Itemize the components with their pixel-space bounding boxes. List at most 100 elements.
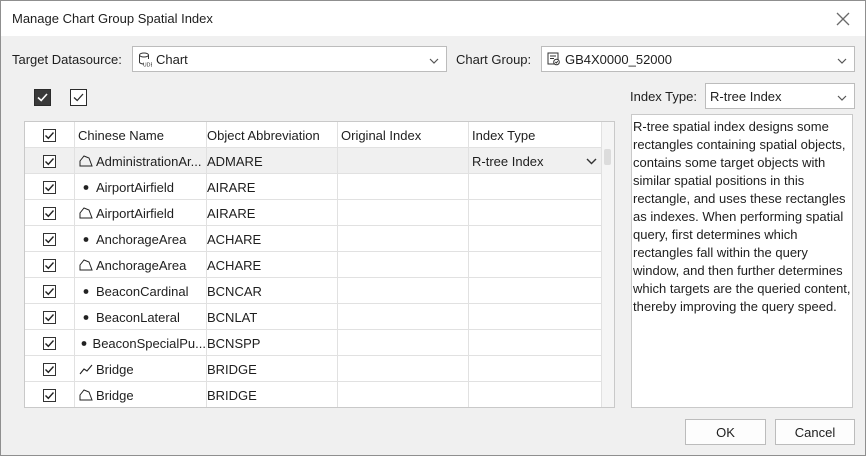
table-row[interactable]: AirportAirfield AIRARE: [25, 200, 602, 226]
chinese-name-cell[interactable]: AnchorageArea: [75, 252, 207, 278]
row-checkbox[interactable]: [43, 362, 56, 376]
row-checkbox-cell[interactable]: [25, 174, 75, 200]
original-index-cell[interactable]: [338, 252, 469, 278]
row-checkbox[interactable]: [43, 232, 56, 246]
index-type-cell[interactable]: [469, 278, 602, 304]
header-checkbox[interactable]: [43, 128, 56, 142]
index-type-cell[interactable]: [469, 382, 602, 407]
row-checkbox[interactable]: [43, 336, 56, 350]
vertical-scrollbar[interactable]: [602, 122, 614, 407]
select-all-checkbox-icon: [37, 93, 48, 102]
row-checkbox-cell[interactable]: [25, 252, 75, 278]
original-index-cell[interactable]: [338, 382, 469, 407]
index-type-cell[interactable]: [469, 304, 602, 330]
invert-selection-checkbox-icon: [73, 93, 84, 102]
cancel-button[interactable]: Cancel: [775, 419, 855, 445]
chinese-name-cell[interactable]: AirportAirfield: [75, 174, 207, 200]
check-icon: [45, 183, 55, 191]
table-row[interactable]: Bridge BRIDGE: [25, 356, 602, 382]
close-button[interactable]: [829, 6, 857, 32]
index-type-cell[interactable]: [469, 252, 602, 278]
chinese-name-cell[interactable]: Bridge: [75, 356, 207, 382]
header-chinese-name[interactable]: Chinese Name: [75, 122, 207, 148]
point-geometry-icon: [78, 312, 94, 322]
index-type-combo[interactable]: R-tree Index: [705, 83, 855, 109]
original-index-cell[interactable]: [338, 200, 469, 226]
index-type-cell[interactable]: R-tree Index: [469, 148, 602, 174]
row-checkbox-cell[interactable]: [25, 382, 75, 407]
original-index-cell[interactable]: [338, 226, 469, 252]
table-row[interactable]: BeaconCardinal BCNCAR: [25, 278, 602, 304]
chart-group-value: GB4X0000_52000: [565, 51, 672, 67]
original-index-cell[interactable]: [338, 174, 469, 200]
select-all-button[interactable]: [34, 89, 51, 106]
index-type-cell-value: R-tree Index: [472, 153, 544, 169]
ok-button[interactable]: OK: [685, 419, 766, 445]
invert-selection-button[interactable]: [70, 89, 87, 106]
region-geometry-icon: [78, 259, 94, 271]
point-geometry-icon: [78, 286, 94, 296]
original-index-cell[interactable]: [338, 278, 469, 304]
table-row[interactable]: AdministrationAr... ADMARE R-tree Index: [25, 148, 602, 174]
row-checkbox[interactable]: [43, 388, 56, 402]
original-index-cell[interactable]: [338, 330, 469, 356]
chart-group-combo[interactable]: GB4X0000_52000: [541, 46, 855, 72]
row-checkbox-cell[interactable]: [25, 304, 75, 330]
chinese-name-cell[interactable]: BeaconCardinal: [75, 278, 207, 304]
row-checkbox-cell[interactable]: [25, 226, 75, 252]
original-index-cell[interactable]: [338, 148, 469, 174]
row-checkbox[interactable]: [43, 206, 56, 220]
header-index-type[interactable]: Index Type: [469, 122, 602, 148]
chevron-down-icon[interactable]: [586, 156, 597, 166]
object-abbreviation-cell[interactable]: BRIDGE: [207, 356, 338, 382]
chinese-name-cell[interactable]: BeaconLateral: [75, 304, 207, 330]
index-type-cell[interactable]: [469, 226, 602, 252]
check-icon: [45, 287, 55, 295]
row-checkbox[interactable]: [43, 284, 56, 298]
row-checkbox[interactable]: [43, 310, 56, 324]
original-index-cell[interactable]: [338, 356, 469, 382]
object-abbreviation-cell[interactable]: ACHARE: [207, 226, 338, 252]
chinese-name-cell[interactable]: Bridge: [75, 382, 207, 407]
chinese-name-cell[interactable]: BeaconSpecialPu...: [75, 330, 207, 356]
object-abbreviation-cell[interactable]: AIRARE: [207, 174, 338, 200]
table-row[interactable]: BeaconSpecialPu... BCNSPP: [25, 330, 602, 356]
target-datasource-label: Target Datasource:: [12, 52, 122, 67]
row-checkbox-cell[interactable]: [25, 356, 75, 382]
row-checkbox-cell[interactable]: [25, 330, 75, 356]
target-datasource-combo[interactable]: UDB Chart: [132, 46, 447, 72]
object-abbreviation-cell[interactable]: BCNLAT: [207, 304, 338, 330]
table-row[interactable]: AnchorageArea ACHARE: [25, 226, 602, 252]
object-abbreviation-cell[interactable]: BRIDGE: [207, 382, 338, 407]
chinese-name-cell[interactable]: AirportAirfield: [75, 200, 207, 226]
row-checkbox[interactable]: [43, 258, 56, 272]
index-type-cell[interactable]: [469, 174, 602, 200]
object-abbreviation-cell[interactable]: BCNCAR: [207, 278, 338, 304]
table-row[interactable]: AirportAirfield AIRARE: [25, 174, 602, 200]
scrollbar-thumb[interactable]: [604, 149, 611, 165]
row-checkbox[interactable]: [43, 180, 56, 194]
target-datasource-value: Chart: [156, 51, 188, 67]
header-checkbox-cell[interactable]: [25, 122, 75, 148]
row-checkbox-cell[interactable]: [25, 148, 75, 174]
index-type-cell[interactable]: [469, 200, 602, 226]
header-original-index[interactable]: Original Index: [338, 122, 469, 148]
table-row[interactable]: Bridge BRIDGE: [25, 382, 602, 407]
index-type-cell[interactable]: [469, 330, 602, 356]
chinese-name-cell[interactable]: AdministrationAr...: [75, 148, 207, 174]
table-row[interactable]: AnchorageArea ACHARE: [25, 252, 602, 278]
table-row[interactable]: BeaconLateral BCNLAT: [25, 304, 602, 330]
row-checkbox-cell[interactable]: [25, 278, 75, 304]
header-object-abbreviation[interactable]: Object Abbreviation: [207, 122, 338, 148]
dialog-window: Manage Chart Group Spatial Index Target …: [0, 0, 866, 456]
chinese-name-cell[interactable]: AnchorageArea: [75, 226, 207, 252]
row-checkbox[interactable]: [43, 154, 56, 168]
object-abbreviation-cell[interactable]: ADMARE: [207, 148, 338, 174]
check-icon: [45, 131, 55, 139]
object-abbreviation-cell[interactable]: ACHARE: [207, 252, 338, 278]
row-checkbox-cell[interactable]: [25, 200, 75, 226]
object-abbreviation-cell[interactable]: BCNSPP: [207, 330, 338, 356]
index-type-cell[interactable]: [469, 356, 602, 382]
original-index-cell[interactable]: [338, 304, 469, 330]
object-abbreviation-cell[interactable]: AIRARE: [207, 200, 338, 226]
